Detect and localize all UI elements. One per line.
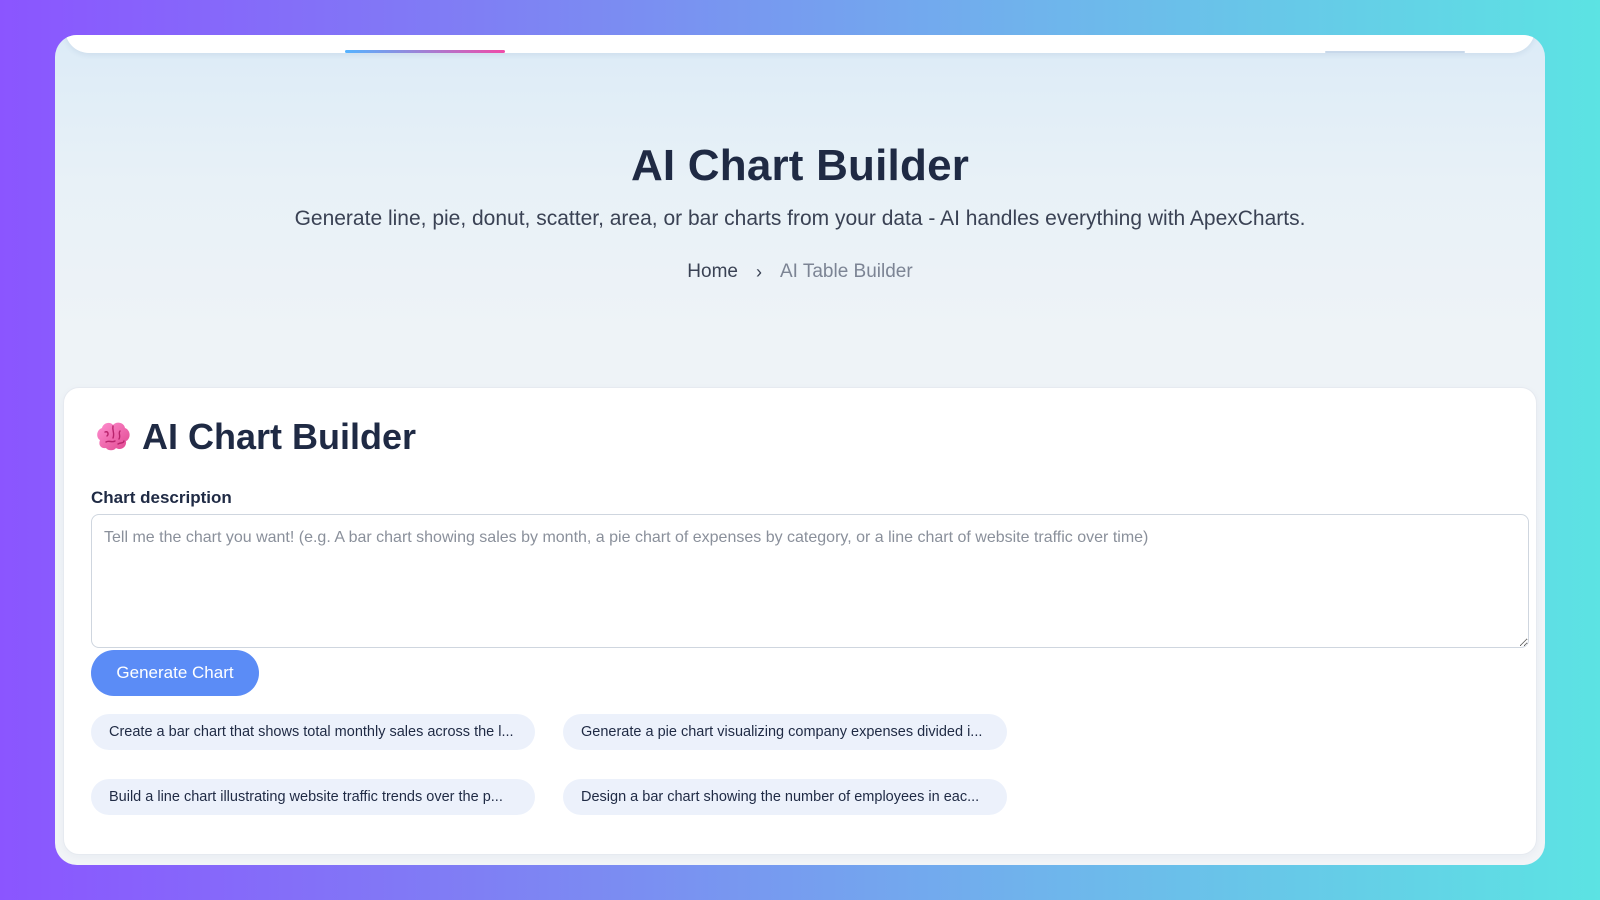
chart-builder-card: AI Chart Builder Chart description Gener…: [63, 387, 1537, 855]
chart-description-label: Chart description: [91, 488, 232, 507]
card-header: AI Chart Builder: [94, 416, 416, 458]
breadcrumb: Home › AI Table Builder: [55, 261, 1545, 283]
browser-window: AI Chart Builder Generate line, pie, don…: [55, 35, 1545, 865]
top-navbar: [65, 35, 1535, 53]
breadcrumb-current: AI Table Builder: [779, 261, 913, 282]
breadcrumb-home-link[interactable]: Home: [687, 261, 738, 283]
page-title: AI Chart Builder: [630, 141, 970, 190]
suggestion-chip[interactable]: Design a bar chart showing the number of…: [563, 779, 1007, 815]
chevron-right-icon: ›: [755, 261, 762, 282]
chart-description-input[interactable]: [91, 514, 1529, 648]
suggestion-chip[interactable]: Generate a pie chart visualizing company…: [563, 714, 1007, 750]
nav-divider: [1325, 51, 1465, 53]
generate-chart-button[interactable]: Generate Chart: [91, 650, 259, 696]
suggestion-chip[interactable]: Create a bar chart that shows total mont…: [91, 714, 535, 750]
suggestion-chip[interactable]: Build a line chart illustrating website …: [91, 779, 535, 815]
page-subtitle: Generate line, pie, donut, scatter, area…: [294, 207, 1306, 230]
nav-active-indicator: [345, 50, 505, 53]
card-title: AI Chart Builder: [142, 416, 417, 457]
brain-icon: [94, 420, 132, 454]
